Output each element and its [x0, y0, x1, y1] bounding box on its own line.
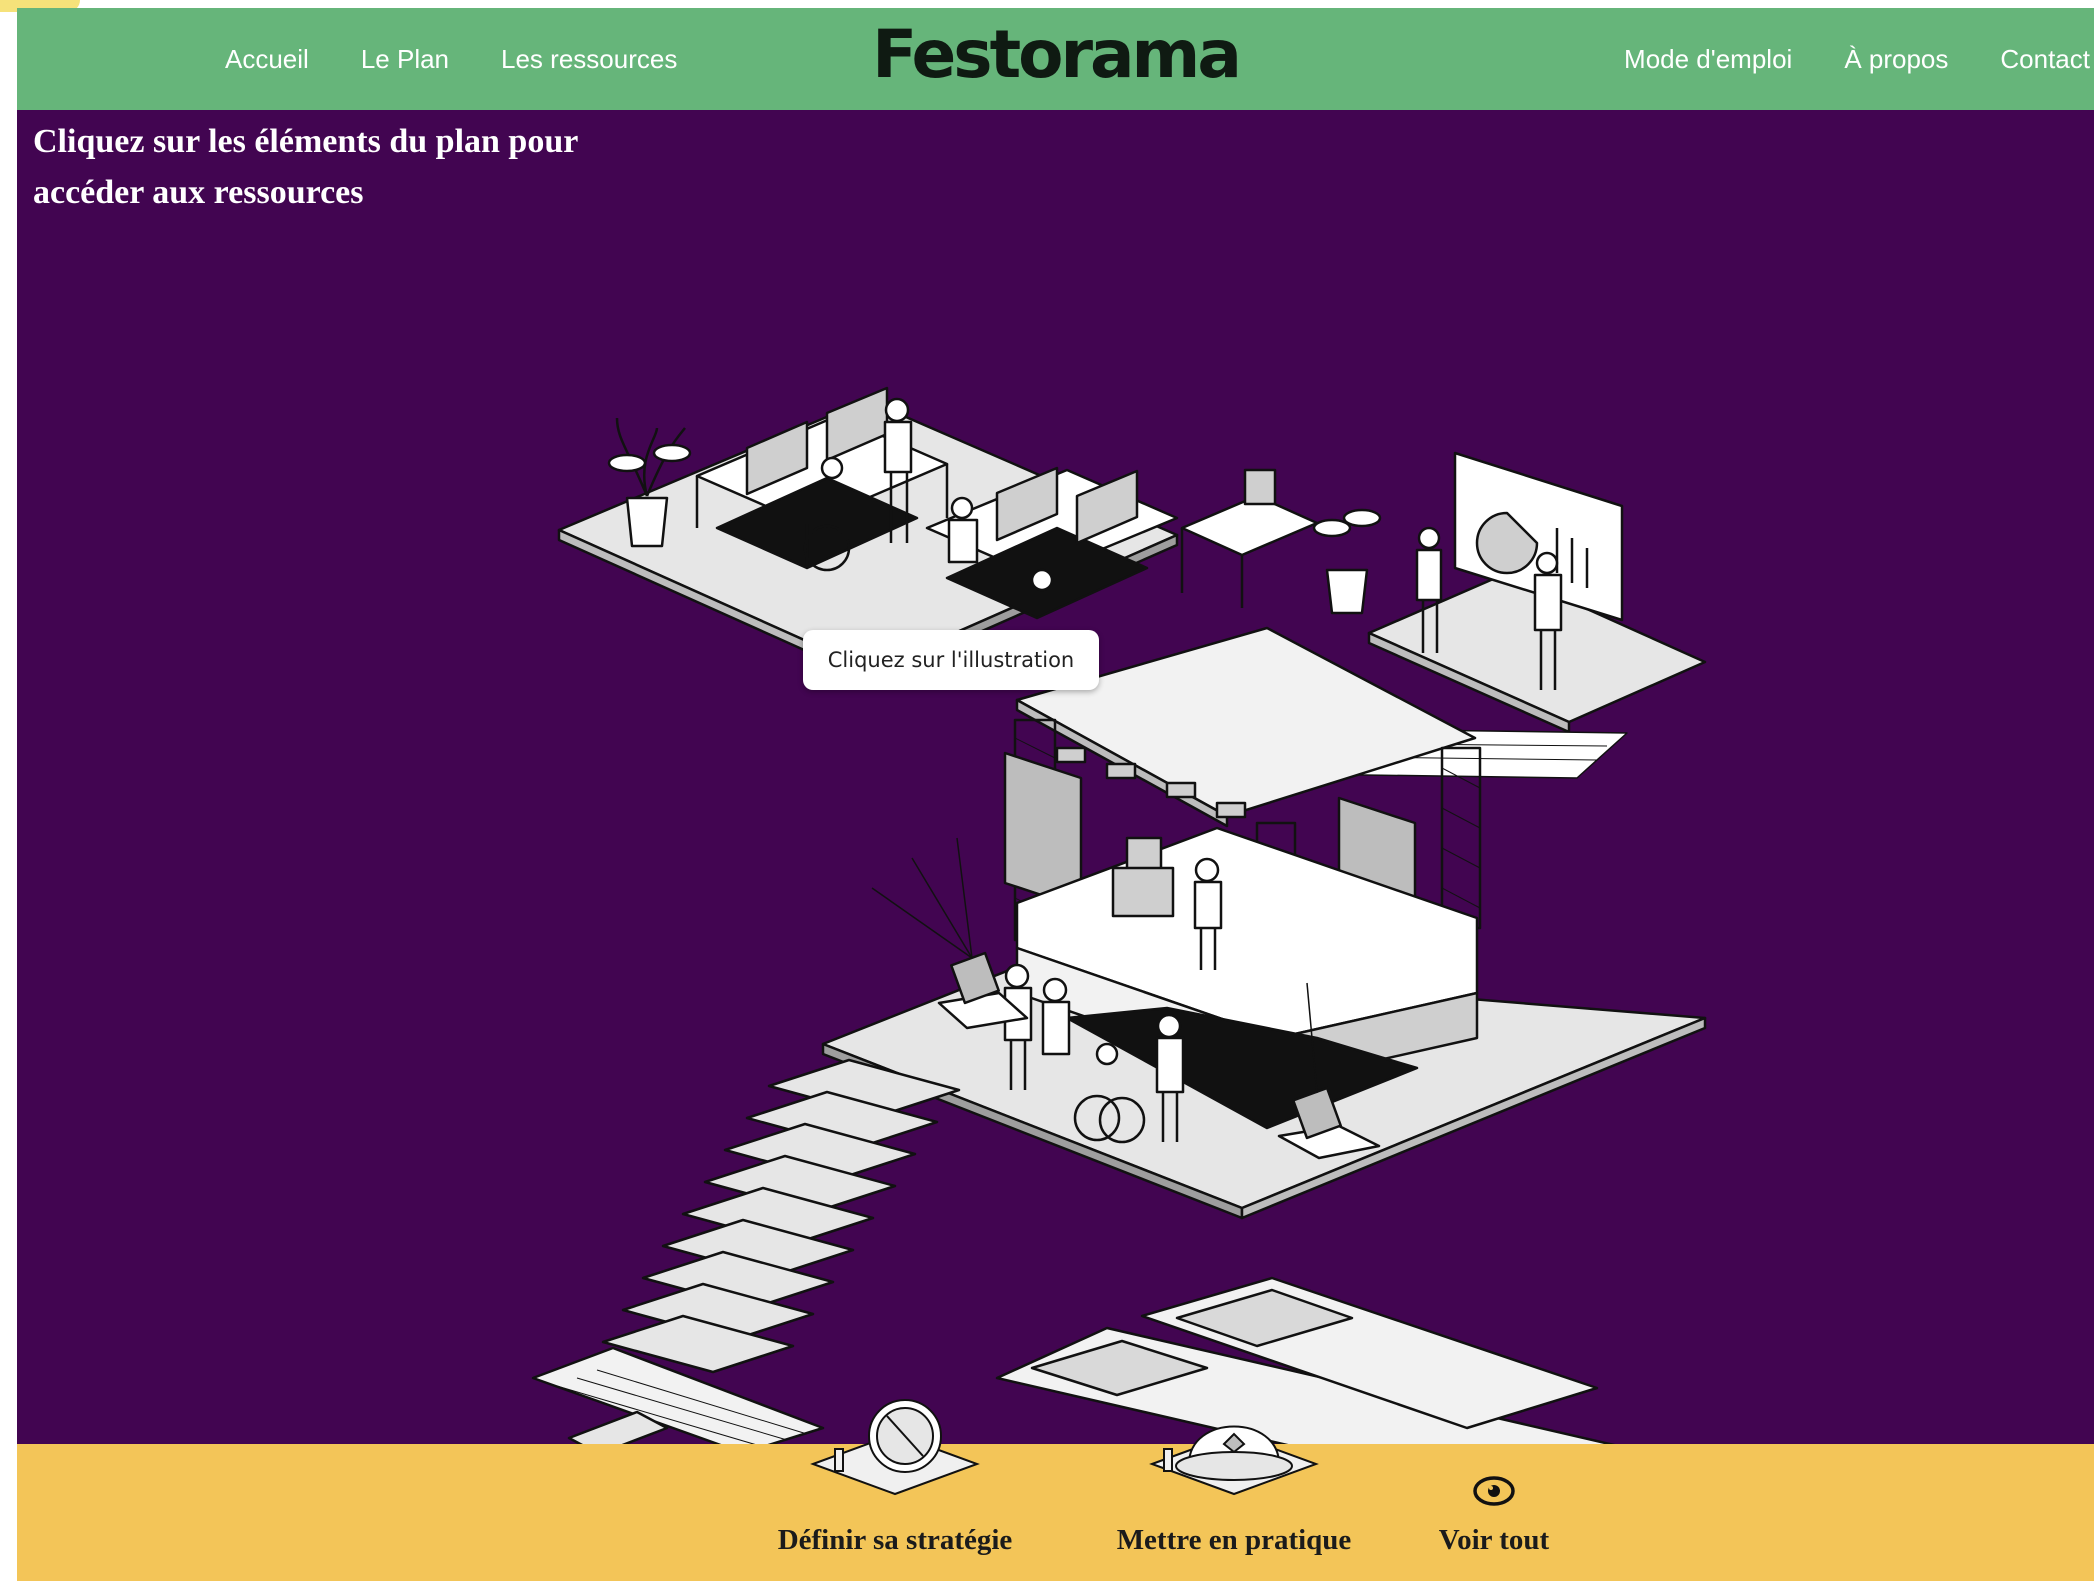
meeting-area[interactable] — [1367, 451, 1707, 734]
category-label-strategie: Définir sa stratégie — [777, 1524, 1013, 1556]
category-label-voir-tout: Voir tout — [1438, 1524, 1550, 1556]
page-frame: Accueil Le Plan Les ressources Festorama… — [17, 8, 2094, 1581]
category-mettre-en-pratique[interactable]: Mettre en pratique — [1084, 1425, 1384, 1581]
eye-icon — [1473, 1476, 1515, 1506]
hint-tooltip: Cliquez sur l'illustration — [803, 630, 1099, 690]
bottom-category-bar: Définir sa stratégie Mettre en pratique — [17, 1399, 2094, 1581]
category-definir-strategie[interactable]: Définir sa stratégie — [745, 1399, 1045, 1581]
compass-icon — [810, 1399, 980, 1496]
festival-plan-illustration[interactable] — [17, 8, 2094, 1581]
main-stage[interactable] — [821, 826, 1707, 1220]
category-label-pratique: Mettre en pratique — [1116, 1524, 1352, 1556]
helmet-icon — [1149, 1425, 1319, 1496]
category-voir-tout[interactable]: Voir tout — [1394, 1444, 1594, 1581]
